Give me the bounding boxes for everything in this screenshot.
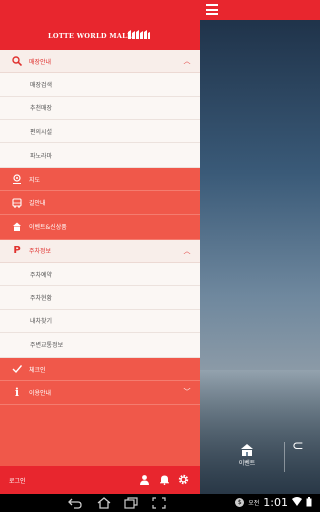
wifi-icon [292, 497, 302, 508]
chevron-down-icon: ﹀ [183, 388, 191, 397]
battery-icon [306, 496, 312, 509]
status-area: $ 오전 1:01 [235, 496, 312, 509]
event-icon [11, 221, 23, 233]
logo-mark-icon [128, 30, 150, 39]
menu-map-label: 지도 [29, 176, 41, 184]
submenu-item[interactable]: 편의시설 [0, 119, 200, 144]
notification-icon: $ [235, 498, 245, 507]
menu-parking-info-label: 주차정보 [29, 248, 52, 256]
chevron-up-icon: ︿ [183, 246, 191, 255]
menu-check-in[interactable]: 체크인 [0, 357, 200, 382]
menu-directions[interactable]: 길안내 [0, 191, 200, 215]
drawer-footer: 로그인 [0, 466, 200, 494]
event-icon [239, 442, 255, 456]
submenu-label: 주차예약 [30, 271, 53, 279]
navigation-drawer: LOTTE WORLD MALL 매장안내 ︿ 매장검색 추천매장 편의시설 파… [0, 0, 200, 494]
event-tab[interactable]: 이벤트 [225, 438, 269, 467]
bottom-tab-bar: 이벤트 ⊂ [200, 438, 320, 494]
ampm-label: 오전 [248, 500, 260, 507]
back-icon[interactable] [68, 497, 82, 509]
menu-usage-guide-label: 이용안내 [29, 389, 52, 397]
submenu-label: 주변교통정보 [30, 342, 64, 350]
menu-parking-info[interactable]: P 주차정보 ︿ [0, 239, 200, 264]
submenu-item[interactable]: 주차예약 [0, 263, 200, 287]
submenu-label: 편의시설 [30, 128, 53, 136]
submenu-label: 추천매장 [30, 105, 53, 113]
check-icon [11, 363, 23, 375]
submenu-label: 매장검색 [30, 81, 53, 89]
screenshot-icon[interactable] [152, 497, 166, 509]
chevron-up-icon: ︿ [183, 57, 191, 66]
menu-store-guide[interactable]: 매장안내 ︿ [0, 50, 200, 74]
parking-icon: P [13, 245, 21, 257]
submenu-label: 파노라마 [30, 152, 53, 160]
clock-time: 1:01 [263, 496, 288, 509]
system-navigation-bar: $ 오전 1:01 [0, 494, 320, 512]
login-link[interactable]: 로그인 [9, 476, 26, 485]
menu-icon[interactable] [206, 4, 218, 15]
menu-usage-guide[interactable]: i 이용안내 ﹀ [0, 381, 200, 405]
next-tab-icon[interactable]: ⊂ [292, 438, 304, 454]
gear-icon[interactable] [178, 474, 189, 485]
menu-map[interactable]: 지도 [0, 168, 200, 192]
bus-icon [11, 197, 23, 209]
search-icon [11, 55, 23, 67]
home-icon[interactable] [97, 497, 111, 509]
submenu-label: 주차현황 [30, 295, 53, 303]
menu-events[interactable]: 이벤트&신상품 [0, 214, 200, 240]
menu-directions-label: 길안내 [29, 200, 46, 208]
submenu-item[interactable]: 내차찾기 [0, 309, 200, 333]
drawer-header: LOTTE WORLD MALL [0, 0, 200, 50]
bell-icon[interactable] [159, 474, 170, 485]
submenu-item[interactable]: 매장검색 [0, 73, 200, 97]
app-logo: LOTTE WORLD MALL [48, 32, 132, 40]
info-icon: i [14, 385, 20, 399]
submenu-item[interactable]: 파노라마 [0, 143, 200, 169]
menu-events-label: 이벤트&신상품 [29, 224, 67, 232]
top-app-bar [200, 0, 320, 20]
menu-check-in-label: 체크인 [29, 366, 46, 374]
submenu-item[interactable]: 주변교통정보 [0, 332, 200, 358]
event-tab-label: 이벤트 [238, 460, 256, 467]
submenu-label: 내차찾기 [30, 318, 53, 326]
user-icon[interactable] [139, 474, 150, 485]
menu-store-guide-label: 매장안내 [29, 58, 52, 66]
map-pin-icon [11, 173, 23, 185]
submenu-item[interactable]: 추천매장 [0, 96, 200, 120]
tab-divider [284, 442, 285, 472]
submenu-item[interactable]: 주차현황 [0, 286, 200, 310]
recent-apps-icon[interactable] [124, 497, 138, 509]
